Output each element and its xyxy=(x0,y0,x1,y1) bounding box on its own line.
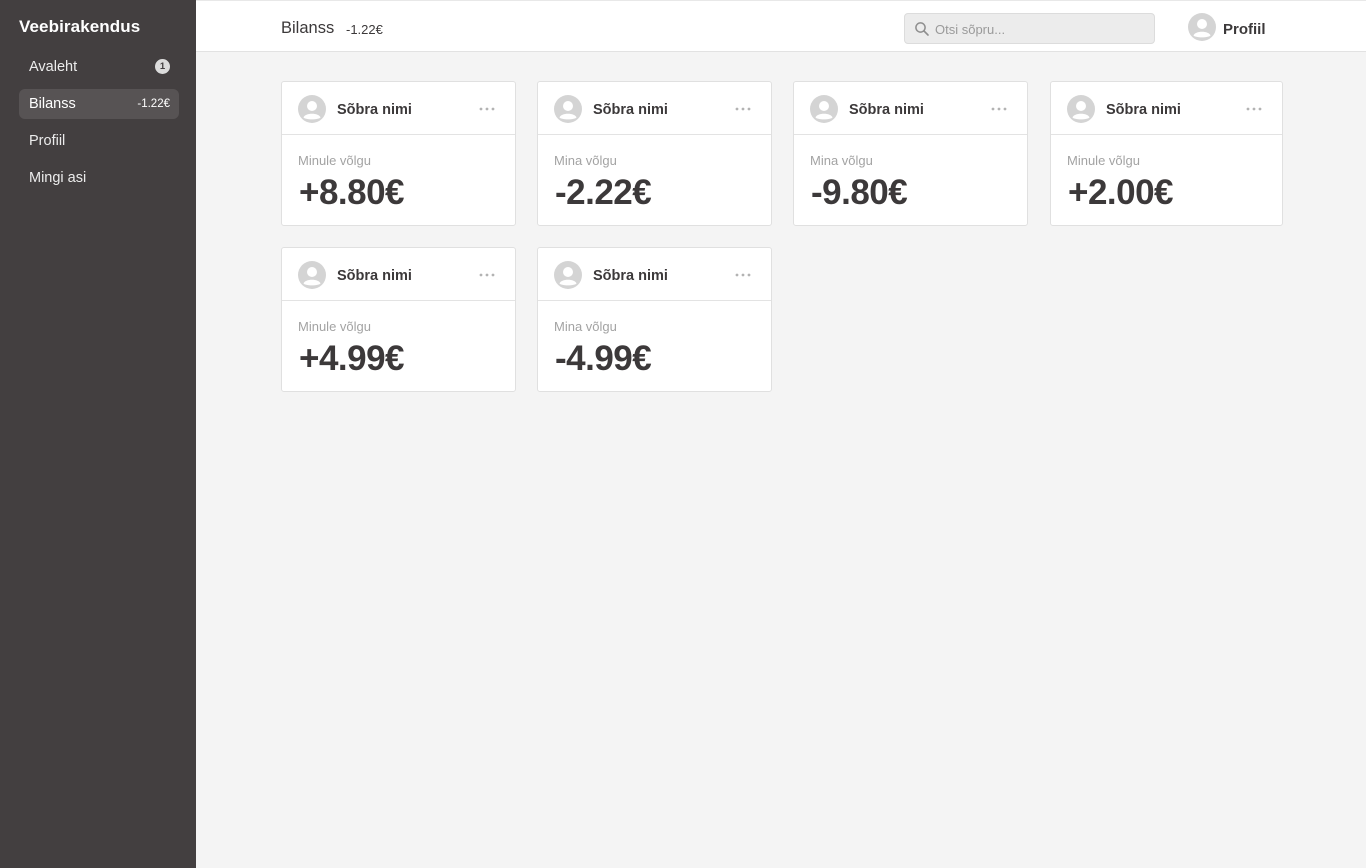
sidebar-item-label: Avaleht xyxy=(29,59,78,75)
friend-card-header: Sõbra nimi xyxy=(538,82,771,135)
user-avatar-icon xyxy=(1067,95,1095,123)
friend-card-header: Sõbra nimi xyxy=(282,248,515,301)
debt-amount: +2.00€ xyxy=(1068,173,1174,212)
user-avatar-icon xyxy=(554,95,582,123)
friend-card[interactable]: Sõbra nimi Mina võlgu -2.22€ xyxy=(537,81,772,226)
sidebar-item-profiil[interactable]: Profiil xyxy=(19,126,179,156)
debt-amount: +4.99€ xyxy=(299,339,405,378)
debt-amount: -9.80€ xyxy=(811,173,908,212)
friend-card[interactable]: Sõbra nimi Minule võlgu +8.80€ xyxy=(281,81,516,226)
app-title: Veebirakendus xyxy=(19,17,141,36)
sidebar-item-label: Profiil xyxy=(29,133,66,149)
user-avatar-icon xyxy=(1188,13,1216,41)
friend-card-header: Sõbra nimi xyxy=(282,82,515,135)
friend-card-header: Sõbra nimi xyxy=(538,248,771,301)
sidebar-item-bilanss[interactable]: Bilanss -1.22€ xyxy=(19,89,179,119)
user-avatar-icon xyxy=(810,95,838,123)
sidebar: Veebirakendus Avaleht 1 Bilanss -1.22€ P… xyxy=(0,0,196,868)
friend-name: Sõbra nimi xyxy=(593,268,668,284)
debt-direction-label: Mina võlgu xyxy=(810,153,873,168)
user-avatar-icon xyxy=(554,261,582,289)
debt-direction-label: Minule võlgu xyxy=(298,319,371,334)
profile-button[interactable]: Profiil xyxy=(1188,13,1278,43)
friend-name: Sõbra nimi xyxy=(1106,102,1181,118)
page-title: Bilanss xyxy=(281,19,335,37)
friend-card[interactable]: Sõbra nimi Mina võlgu -9.80€ xyxy=(793,81,1028,226)
sidebar-item-avaleht[interactable]: Avaleht 1 xyxy=(19,52,179,82)
friend-card-header: Sõbra nimi xyxy=(1051,82,1282,135)
friend-name: Sõbra nimi xyxy=(337,268,412,284)
more-horizontal-icon[interactable] xyxy=(1244,101,1264,117)
app: Veebirakendus Avaleht 1 Bilanss -1.22€ P… xyxy=(0,0,1366,868)
debt-amount: -2.22€ xyxy=(555,173,652,212)
more-horizontal-icon[interactable] xyxy=(733,267,753,283)
debt-amount: -4.99€ xyxy=(555,339,652,378)
sidebar-nav: Avaleht 1 Bilanss -1.22€ Profiil Mingi a… xyxy=(19,52,179,200)
debt-amount: +8.80€ xyxy=(299,173,405,212)
more-horizontal-icon[interactable] xyxy=(989,101,1009,117)
notification-badge: 1 xyxy=(155,59,170,74)
more-horizontal-icon[interactable] xyxy=(477,101,497,117)
sidebar-item-label: Bilanss xyxy=(29,96,76,112)
friend-name: Sõbra nimi xyxy=(337,102,412,118)
search-box xyxy=(904,13,1155,44)
friend-name: Sõbra nimi xyxy=(849,102,924,118)
friend-name: Sõbra nimi xyxy=(593,102,668,118)
topbar: Bilanss -1.22€ Profiil xyxy=(196,0,1366,52)
debt-direction-label: Minule võlgu xyxy=(1067,153,1140,168)
more-horizontal-icon[interactable] xyxy=(477,267,497,283)
friend-card[interactable]: Sõbra nimi Mina võlgu -4.99€ xyxy=(537,247,772,392)
sidebar-item-label: Mingi asi xyxy=(29,170,87,186)
debt-direction-label: Mina võlgu xyxy=(554,153,617,168)
friend-card[interactable]: Sõbra nimi Minule võlgu +4.99€ xyxy=(281,247,516,392)
user-avatar-icon xyxy=(298,261,326,289)
sidebar-balance-amount: -1.22€ xyxy=(137,98,170,110)
friend-card-header: Sõbra nimi xyxy=(794,82,1027,135)
more-horizontal-icon[interactable] xyxy=(733,101,753,117)
search-input[interactable] xyxy=(935,19,1145,39)
user-avatar-icon xyxy=(298,95,326,123)
friend-card[interactable]: Sõbra nimi Minule võlgu +2.00€ xyxy=(1050,81,1283,226)
search-icon xyxy=(915,22,929,36)
debt-direction-label: Mina võlgu xyxy=(554,319,617,334)
profile-label: Profiil xyxy=(1223,21,1266,38)
sidebar-item-mingi-asi[interactable]: Mingi asi xyxy=(19,163,179,193)
header-balance-amount: -1.22€ xyxy=(346,22,383,37)
debt-direction-label: Minule võlgu xyxy=(298,153,371,168)
